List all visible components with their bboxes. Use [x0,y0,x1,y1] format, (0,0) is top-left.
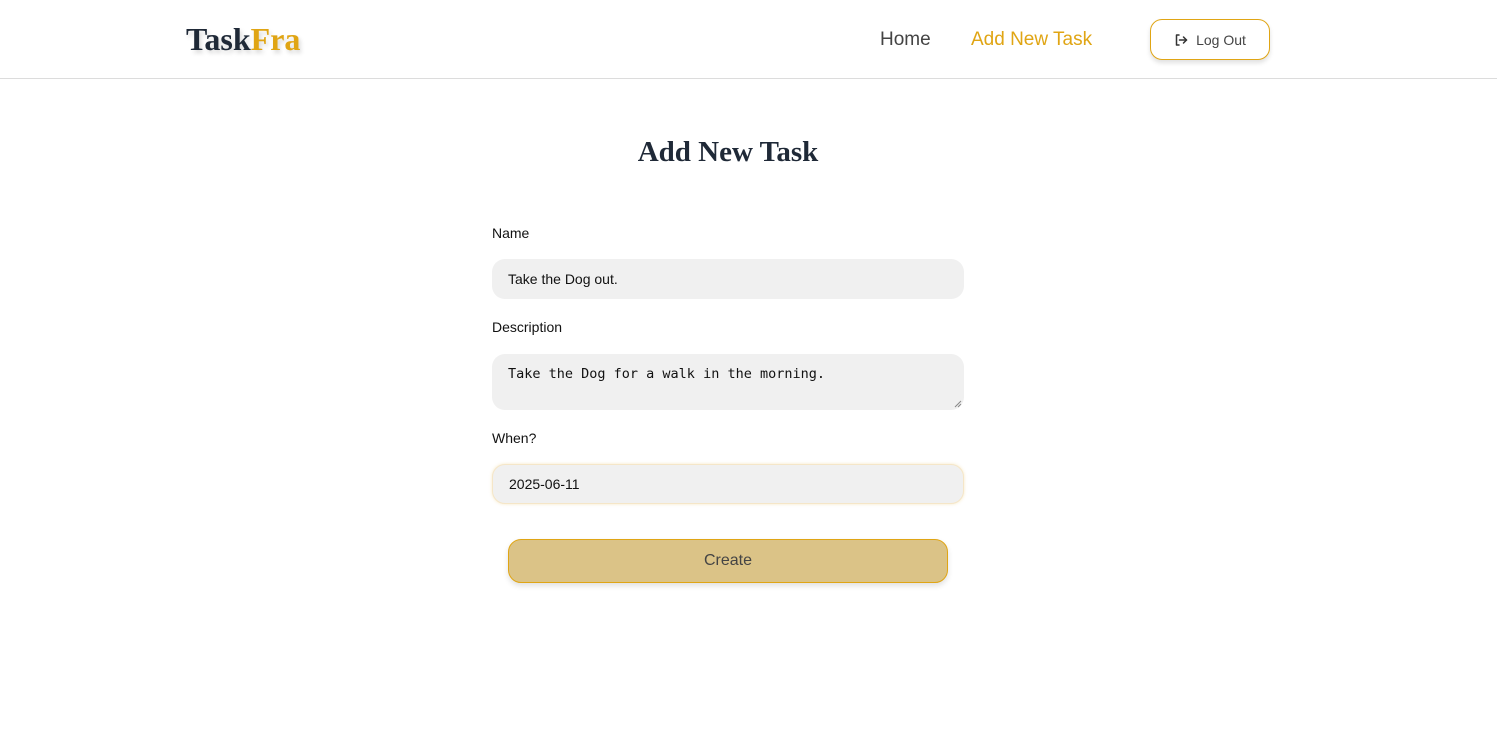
date-input[interactable]: 2025-06-11 [492,464,964,504]
create-button-label: Create [703,552,753,569]
logo-part-fra: Fra [250,21,301,57]
description-label: Description [492,319,563,335]
name-label: Name [492,225,530,241]
logout-icon [1174,33,1188,47]
create-button[interactable]: Create [508,539,948,583]
logout-label: Log Out [1196,31,1246,48]
description-textarea-value: Take the Dog for a walk in the morning. [508,366,825,382]
page-title: Add New Task [637,136,819,168]
nav-home-link[interactable]: Home [880,28,931,52]
nav-add-new-task-link[interactable]: Add New Task [971,28,1092,52]
logout-button[interactable]: Log Out [1150,19,1270,60]
date-input-value: 2025-06-11 [509,476,580,492]
description-textarea[interactable]: Take the Dog for a walk in the morning. [492,354,964,410]
logo[interactable]: TaskFra [186,20,300,58]
name-input-value: Take the Dog out. [508,271,618,287]
resize-handle-icon[interactable] [954,400,962,408]
name-input[interactable]: Take the Dog out. [492,259,964,299]
when-label: When? [492,430,537,446]
header: TaskFra Home Add New Task Log Out [0,0,1497,79]
logo-part-task: Task [186,21,251,57]
